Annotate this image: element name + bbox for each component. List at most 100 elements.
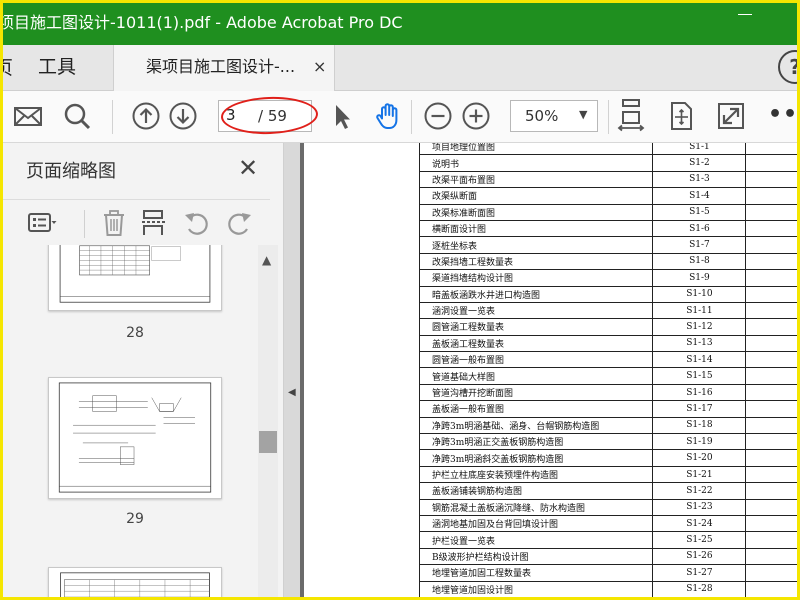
blank-cell [745,236,800,254]
drawing-name-cell: 渠道挡墙结构设计图 [418,269,654,287]
more-icon[interactable]: ••• [768,104,800,126]
prev-page-icon[interactable] [131,101,161,131]
drawing-name-cell: 盖板涵铺装钢筋构造图 [418,482,654,500]
blank-cell [745,334,800,353]
table-row: 盖板涵工程数量表 S1-13 [418,334,800,353]
thumbnail-scrollbar[interactable]: ▲ [258,245,278,600]
sidebar-collapse-handle[interactable]: ◀ [284,143,300,600]
drawing-code-cell: S1-7 [652,236,747,254]
blank-cell [745,269,800,287]
drawing-index-table: 项目地理位置图 S1-1 说明书 S1-2 改渠平面布置图 S1-3 改渠纵断面 S1-4 改渠… [418,143,800,598]
table-row: 改渠挡墙工程数量表 S1-8 [418,252,800,271]
scroll-mode-icon[interactable] [666,101,696,131]
drawing-name-cell: 说明书 [418,154,654,172]
table-row: 改渠标准断面图 S1-5 [418,203,800,221]
blank-cell [745,367,800,385]
drawing-name-cell: 逐桩坐标表 [418,236,654,254]
drawing-name-cell: 涵洞地基加固及台背回填设计图 [418,514,654,533]
sidebar-title: 页面缩略图 [26,161,116,182]
trash-icon[interactable] [99,208,129,238]
blank-cell [745,301,800,320]
search-icon[interactable] [62,101,92,131]
rotate-left-icon[interactable] [182,208,212,238]
chevron-left-icon: ◀ [288,387,296,398]
page-thumbnails-panel: 页面缩略图 ✕ 28 29 ▲ [0,143,284,600]
zoom-select[interactable]: 50% ▼ [510,100,598,132]
page-total: / 59 [258,107,287,125]
blank-cell [745,351,800,369]
tab-tools[interactable]: 工具 [38,45,76,91]
toolbar-separator [608,100,609,134]
scrollbar-thumb[interactable] [259,431,277,453]
page-thumbnail[interactable] [48,245,222,311]
drawing-name-cell: 暗盖板涵跌水井进口构造图 [418,285,654,303]
blank-cell [745,547,800,566]
drawing-name-cell: 改渠平面布置图 [418,170,654,189]
drawing-name-cell: 圆管涵一般布置图 [418,351,654,369]
drawing-name-cell: 盖板涵一般布置图 [418,400,654,418]
zoom-in-icon[interactable] [461,101,491,131]
options-menu-icon[interactable] [27,208,57,238]
table-row: 项目地理位置图 S1-1 [418,143,800,156]
thumbnail-page-number: 28 [126,325,144,341]
table-row: 改渠平面布置图 S1-3 [418,170,800,189]
table-row: 盖板涵铺装钢筋构造图 S1-22 [418,482,800,500]
table-row: 说明书 S1-2 [418,154,800,172]
table-row: 暗盖板涵跌水井进口构造图 S1-10 [418,285,800,303]
close-icon[interactable]: ✕ [238,155,258,181]
blank-cell [745,154,800,172]
thumbnail-page-number: 29 [126,511,144,527]
fit-page-icon[interactable] [616,98,646,132]
zoom-out-icon[interactable] [423,101,453,131]
close-tab-icon[interactable]: × [313,58,326,76]
blank-cell [745,318,800,336]
page-thumbnail[interactable] [48,567,222,600]
drawing-code-cell: S1-27 [652,564,747,582]
drawing-code-cell: S1-5 [652,203,747,221]
hand-icon[interactable] [374,101,404,131]
drawing-name-cell: 圆管涵工程数量表 [418,318,654,336]
table-row: 钢筋混凝土盖板涵沉降缝、防水构造图 S1-23 [418,498,800,516]
table-row: 圆管涵一般布置图 S1-14 [418,351,800,369]
page-thumbnail[interactable] [48,377,222,499]
tab-home[interactable]: 页 [0,45,14,91]
insert-page-icon[interactable] [139,208,169,238]
table-row: 护栏设置一览表 S1-25 [418,531,800,549]
next-page-icon[interactable] [168,101,198,131]
drawing-code-cell: S1-16 [652,383,747,402]
blank-cell [745,170,800,189]
fullscreen-icon[interactable] [716,101,746,131]
blank-cell [745,564,800,582]
blank-cell [745,285,800,303]
blank-cell [745,416,800,435]
tab-document[interactable]: 渠项目施工图设计-... × [113,45,335,92]
drawing-code-cell: S1-6 [652,219,747,238]
table-row: 净跨3m明涵基础、涵身、台帽钢筋构造图 S1-18 [418,416,800,435]
rotate-right-icon[interactable] [224,208,254,238]
sidebar-toolbar [0,199,270,245]
scroll-up-icon[interactable]: ▲ [262,253,271,267]
tab-document-label: 渠项目施工图设计-... [146,57,296,76]
document-view[interactable]: 项目地理位置图 S1-1 说明书 S1-2 改渠平面布置图 S1-3 改渠纵断面 S1-4 改渠… [300,143,800,600]
blank-cell [745,449,800,467]
thumbnail-list: 28 29 [0,245,258,600]
minimize-button[interactable] [738,14,752,15]
mail-icon[interactable] [13,101,43,131]
drawing-code-cell: S1-11 [652,301,747,320]
drawing-code-cell: S1-28 [652,580,747,598]
drawing-name-cell: 地埋管道加固设计图 [418,580,654,598]
table-row: 盖板涵一般布置图 S1-17 [418,400,800,418]
window-title: 项目施工图设计-1011(1).pdf - Adobe Acrobat Pro … [0,13,403,32]
drawing-code-cell: S1-18 [652,416,747,435]
drawing-code-cell: S1-9 [652,269,747,287]
blank-cell [745,465,800,484]
table-row: 横断面设计图 S1-6 [418,219,800,238]
page-number-input[interactable] [226,104,250,126]
drawing-name-cell: 护栏设置一览表 [418,531,654,549]
drawing-name-cell: 项目地理位置图 [418,143,654,156]
sidebar-tool-separator [84,210,85,238]
drawing-code-cell: S1-4 [652,187,747,205]
select-cursor-icon[interactable] [327,101,357,131]
drawing-code-cell: S1-20 [652,449,747,467]
sidebar-header: 页面缩略图 ✕ [0,143,270,197]
